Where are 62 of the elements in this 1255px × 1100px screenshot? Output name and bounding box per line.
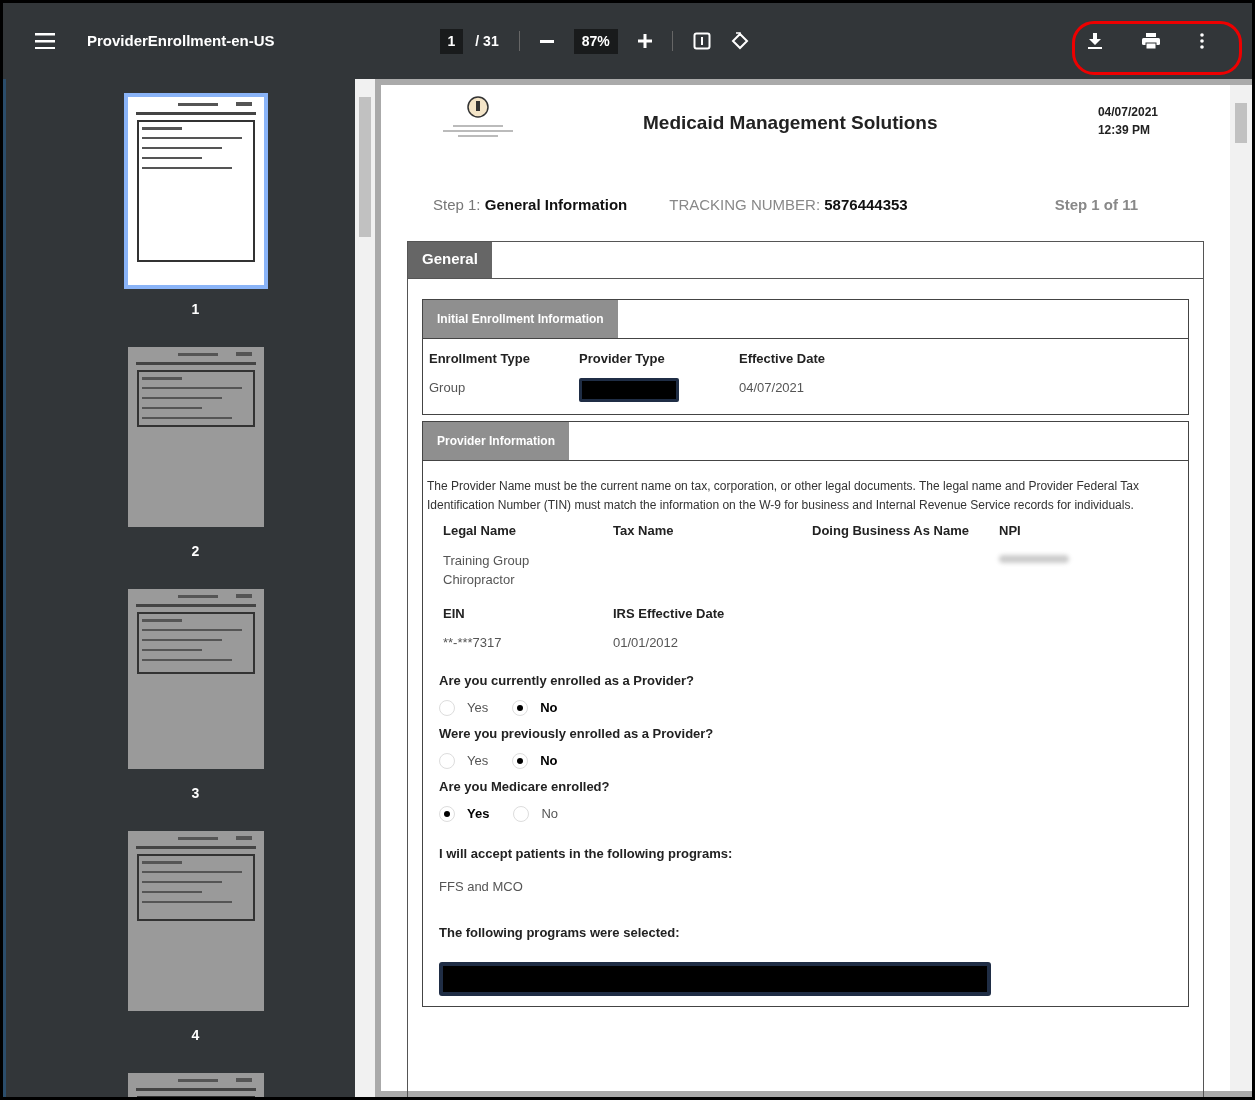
blurred-value	[999, 554, 1069, 563]
radio-button[interactable]	[439, 699, 455, 716]
field-label: NPI	[999, 522, 1022, 540]
field-label: EIN	[443, 604, 466, 623]
radio-button[interactable]	[513, 805, 530, 822]
question-text: Are you currently enrolled as a Provider?	[439, 671, 696, 690]
print-icon[interactable]	[1142, 33, 1160, 49]
scrollbar[interactable]	[1230, 85, 1252, 1091]
header-title: Medicaid Management Solutions	[643, 111, 938, 135]
field-value: Training Group Chiropractor	[443, 551, 531, 589]
radio-label: Yes	[467, 699, 489, 717]
page-total: / 31	[475, 31, 499, 51]
step-count: Step 1 of 11	[1054, 195, 1138, 215]
step-heading: Step 1: General Information	[433, 195, 628, 215]
panel-title: Provider Information	[423, 422, 569, 460]
radio-button[interactable]	[439, 805, 455, 822]
question-text: Are you Medicare enrolled?	[439, 777, 611, 796]
page-number-field[interactable]: 1	[439, 28, 464, 54]
radio-label: No	[540, 699, 558, 717]
document-title: ProviderEnrollment-en-US	[87, 30, 275, 51]
menu-icon[interactable]	[35, 33, 55, 49]
panel-title: Initial Enrollment Information	[423, 299, 618, 338]
radio-label: No	[540, 752, 558, 770]
field-label: Effective Date	[739, 349, 826, 368]
print-date: 04/07/2021	[1097, 104, 1158, 121]
zoom-out-icon[interactable]	[539, 39, 554, 43]
field-label: Doing Business As Name	[812, 522, 970, 540]
field-value: **-***7317	[443, 634, 503, 652]
more-options-icon[interactable]	[1200, 33, 1204, 49]
page-number: 4	[191, 1026, 200, 1045]
tracking-number: TRACKING NUMBER: 5876444353	[669, 195, 908, 215]
question-text: Were you previously enrolled as a Provider?	[439, 724, 715, 743]
radio-label: No	[541, 805, 559, 823]
section-tab[interactable]: General	[408, 241, 492, 278]
zoom-field[interactable]: 87%	[573, 28, 618, 54]
field-label: Tax Name	[613, 522, 675, 540]
fit-page-icon[interactable]	[692, 32, 711, 50]
radio-label: Yes	[467, 805, 490, 823]
field-label: Legal Name	[443, 522, 517, 540]
print-time: 12:39 PM	[1097, 122, 1151, 139]
download-icon[interactable]	[1088, 33, 1102, 49]
page-number: 1	[191, 300, 200, 319]
field-value: 01/01/2012	[613, 634, 680, 652]
zoom-in-icon[interactable]	[637, 34, 652, 48]
programs-value: FFS and MCO	[439, 878, 524, 896]
field-value: Group	[429, 379, 467, 397]
field-value: 04/07/2021	[739, 379, 806, 397]
field-label: IRS Effective Date	[613, 604, 726, 623]
radio-label: Yes	[467, 752, 489, 770]
field-label: Provider Type	[579, 349, 666, 368]
rotate-icon[interactable]	[730, 32, 749, 50]
page-number: 3	[191, 784, 200, 803]
radio-button[interactable]	[512, 752, 529, 769]
field-label: Enrollment Type	[429, 349, 531, 368]
page-thumbnail[interactable]	[123, 93, 268, 289]
scrollbar[interactable]	[355, 79, 375, 1097]
radio-button[interactable]	[439, 752, 455, 769]
provider-note: The Provider Name must be the current name on tax, corporation, or other legal documents. The legal name and Provider Federal Tax Identification Number (TIN) must match the information on the W-9 for business and Internal Revenue Service records for individuals.	[426, 478, 1140, 514]
selected-programs-label: The following programs were selected:	[439, 923, 681, 942]
programs-label: I will accept patients in the following programs:	[439, 844, 734, 863]
radio-button[interactable]	[512, 699, 529, 716]
page-number: 2	[191, 542, 200, 561]
